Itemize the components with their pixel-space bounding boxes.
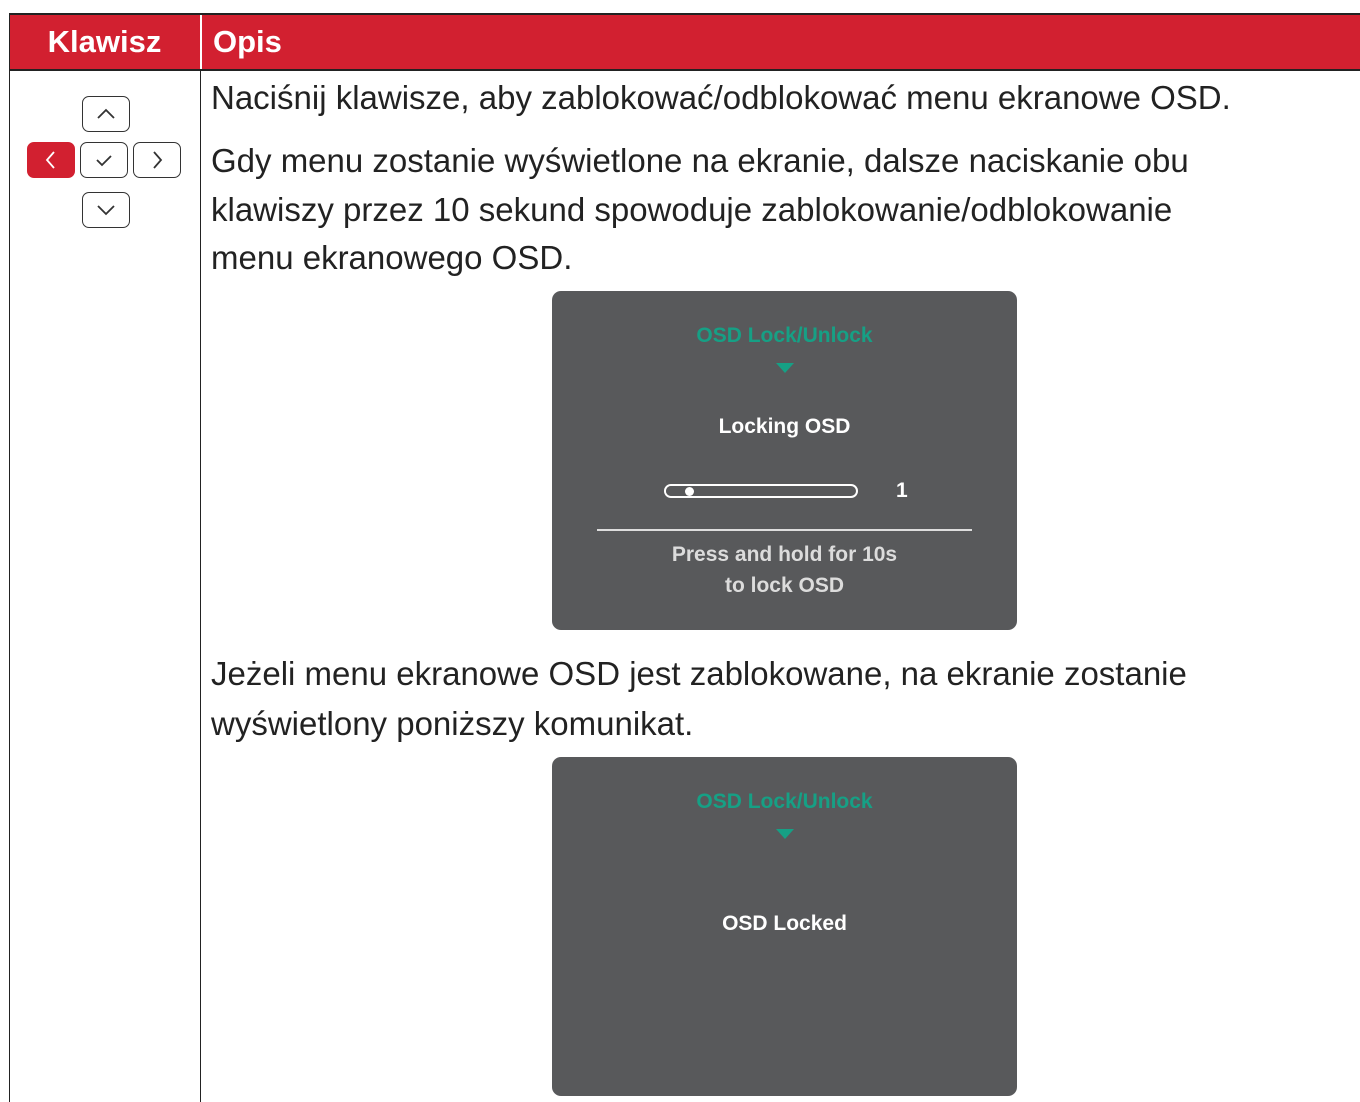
table-column-divider	[200, 69, 201, 1102]
description-paragraph-3-line-2: wyświetlony poniższy komunikat.	[211, 705, 694, 742]
osd-progress-value: 1	[896, 479, 908, 502]
caret-down-icon	[776, 363, 794, 373]
osd-status-label: OSD Locked	[722, 912, 847, 935]
chevron-right-icon	[153, 151, 163, 169]
table-left-border	[9, 69, 10, 1102]
description-paragraph-3-line-1: Jeżeli menu ekranowe OSD jest zablokowan…	[211, 655, 1187, 692]
key-description-table: Klawisz Opis Naciśnij klawisze, aby zabl…	[0, 0, 1360, 1102]
header-description-column: Opis	[213, 24, 282, 59]
check-icon	[96, 155, 112, 167]
chevron-down-icon	[97, 205, 115, 216]
osd-status-label: Locking OSD	[718, 415, 851, 438]
osd-locked-screen: OSD Lock/Unlock OSD Locked	[552, 757, 1017, 1096]
caret-down-icon	[776, 829, 794, 839]
description-paragraph-1: Naciśnij klawisze, aby zablokować/odblok…	[211, 79, 1231, 116]
osd-title: OSD Lock/Unlock	[696, 790, 873, 813]
osd-divider	[597, 529, 972, 531]
key-left-button[interactable]	[27, 142, 75, 178]
table-header	[9, 13, 1360, 71]
description-paragraph-2-line-3: menu ekranowego OSD.	[211, 239, 573, 276]
header-divider	[200, 15, 202, 69]
osd-progress-knob	[685, 487, 694, 496]
header-key-column: Klawisz	[47, 24, 162, 59]
osd-locking-screen: OSD Lock/Unlock Locking OSD 1 Press and …	[552, 291, 1017, 630]
osd-title: OSD Lock/Unlock	[696, 324, 873, 347]
chevron-up-icon	[97, 108, 115, 119]
osd-progress-bar	[664, 484, 858, 498]
osd-hint-line-1: Press and hold for 10s	[671, 543, 898, 566]
key-up-button[interactable]	[82, 96, 130, 132]
description-paragraph-2-line-2: klawiszy przez 10 sekund spowoduje zablo…	[211, 191, 1173, 228]
key-ok-button[interactable]	[80, 142, 128, 178]
description-paragraph-2-line-1: Gdy menu zostanie wyświetlone na ekranie…	[211, 142, 1189, 179]
key-down-button[interactable]	[82, 192, 130, 228]
key-right-button[interactable]	[133, 142, 181, 178]
chevron-left-icon	[45, 151, 55, 169]
osd-hint-line-2: to lock OSD	[724, 574, 845, 597]
